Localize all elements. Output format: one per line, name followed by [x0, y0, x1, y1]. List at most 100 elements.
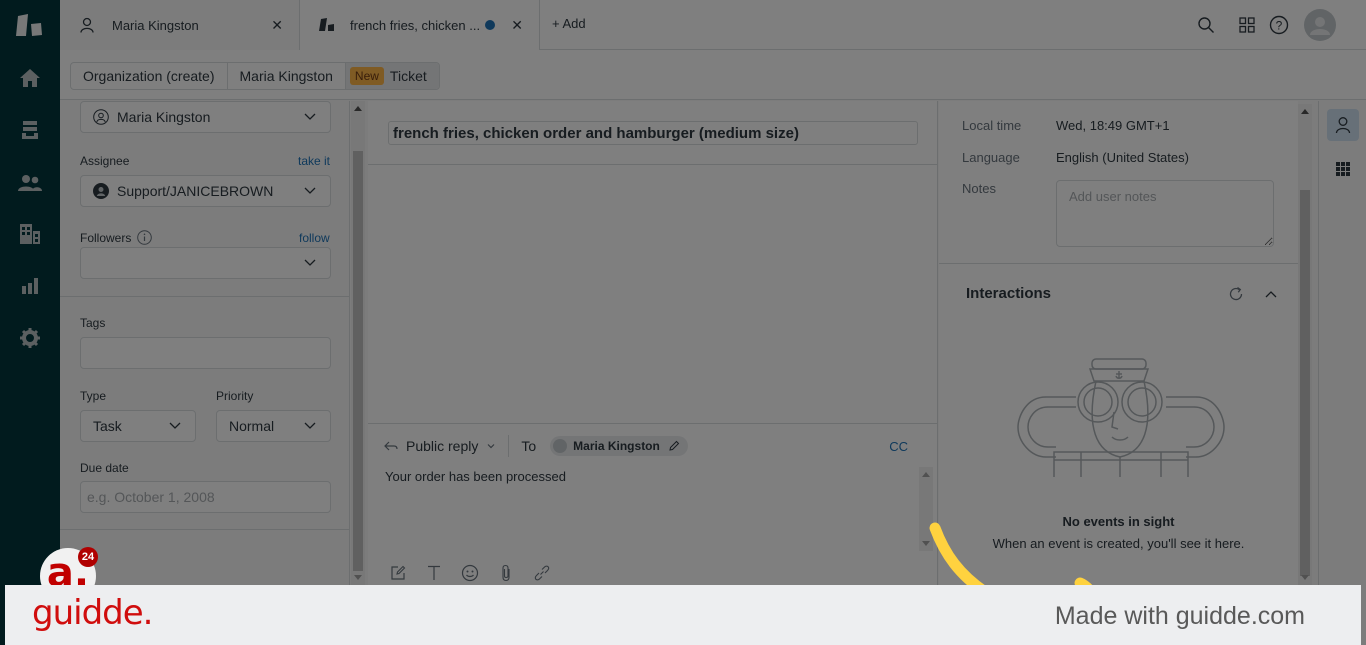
collapse-chevron-up-icon[interactable]: [1262, 285, 1280, 303]
tab-label: french fries, chicken ...: [350, 17, 481, 33]
scroll-down-arrow-icon[interactable]: [1301, 575, 1309, 580]
no-events-sailor-illustration: [1017, 358, 1225, 477]
language-label: Language: [962, 150, 1020, 165]
agent-avatar-icon: [93, 183, 109, 199]
reply-mode-dropdown[interactable]: Public reply: [406, 438, 478, 454]
link-icon[interactable]: [532, 563, 552, 583]
ticket-subject-input[interactable]: [388, 121, 918, 145]
recipient-avatar: [553, 439, 568, 453]
notes-label: Notes: [962, 181, 996, 196]
chevron-down-icon: [487, 444, 495, 449]
type-label: Type: [80, 389, 107, 403]
assignee-value: Support/JANICEBROWN: [117, 183, 274, 199]
left-panel-scrollbar[interactable]: [351, 101, 365, 585]
divider: [60, 529, 350, 530]
ticket-properties-panel: Maria Kingston Assignee take it Support/…: [60, 101, 350, 585]
empty-state-subtitle: When an event is created, you'll see it …: [992, 536, 1245, 551]
user-avatar[interactable]: [1304, 9, 1336, 41]
editor-scrollbar[interactable]: [919, 467, 933, 551]
close-tab-icon[interactable]: ✕: [271, 17, 283, 34]
tab-ticket[interactable]: french fries, chicken ... ✕: [300, 0, 540, 50]
reply-editor[interactable]: Your order has been processed: [385, 469, 566, 484]
breadcrumb: Organization (create) Maria Kingston New…: [70, 62, 440, 90]
due-date-label: Due date: [80, 461, 129, 475]
assignee-select[interactable]: Support/JANICEBROWN: [80, 175, 331, 207]
user-circle-icon: [93, 109, 109, 125]
chevron-down-icon: [304, 113, 316, 120]
unsaved-indicator: [485, 20, 496, 30]
svg-text:?: ?: [1276, 19, 1283, 33]
app-root: Maria Kingston ✕ french fries, chicken .…: [0, 0, 1366, 645]
chevron-down-icon: [304, 187, 316, 194]
chevron-down-icon: [304, 259, 316, 266]
follow-link[interactable]: follow: [299, 231, 330, 245]
tags-label: Tags: [80, 316, 106, 330]
chevron-down-icon: [169, 422, 181, 429]
empty-state-title: No events in sight: [1062, 514, 1175, 529]
to-label: To: [521, 438, 537, 454]
organizations-icon[interactable]: [18, 222, 42, 246]
apps-icon[interactable]: [1327, 153, 1359, 185]
emoji-icon[interactable]: [460, 563, 480, 583]
followers-label: Followers: [80, 231, 132, 245]
reporting-icon[interactable]: [18, 274, 42, 298]
scroll-up-arrow-icon[interactable]: [922, 472, 930, 477]
take-it-link[interactable]: take it: [298, 154, 330, 168]
breadcrumb-ticket[interactable]: New Ticket: [345, 63, 439, 89]
local-time-label: Local time: [962, 118, 1022, 133]
breadcrumb-user[interactable]: Maria Kingston: [228, 63, 346, 89]
reply-toolbar: [388, 563, 552, 583]
scrollbar-thumb[interactable]: [353, 151, 363, 571]
scroll-up-arrow-icon[interactable]: [354, 106, 362, 111]
tab-label: Maria Kingston: [112, 17, 199, 33]
priority-select[interactable]: Normal: [216, 410, 331, 442]
recipient-chip[interactable]: Maria Kingston: [550, 436, 688, 456]
chevron-down-icon: [304, 422, 316, 429]
made-with-text[interactable]: Made with guidde.com: [1055, 602, 1305, 631]
close-tab-icon[interactable]: ✕: [511, 17, 523, 34]
home-icon[interactable]: [18, 66, 42, 90]
cc-button[interactable]: CC: [889, 439, 908, 454]
type-select[interactable]: Task: [80, 410, 196, 442]
edit-pencil-icon[interactable]: [668, 440, 680, 452]
divider: [368, 423, 938, 424]
requester-select[interactable]: Maria Kingston: [80, 101, 331, 133]
compose-icon[interactable]: [388, 563, 408, 583]
guidde-logo[interactable]: guidde.: [32, 593, 153, 633]
help-icon[interactable]: ?: [1267, 13, 1291, 37]
divider: [368, 164, 938, 165]
breadcrumb-bar: Organization (create) Maria Kingston New…: [60, 50, 1366, 100]
tab-user-maria-kingston[interactable]: Maria Kingston ✕: [60, 0, 300, 50]
zendesk-logo-icon[interactable]: [15, 12, 45, 38]
attachment-icon[interactable]: [496, 563, 516, 583]
priority-value: Normal: [229, 418, 275, 434]
interactions-title: Interactions: [966, 285, 1052, 302]
refresh-icon[interactable]: [1227, 285, 1245, 303]
right-panel-scrollbar[interactable]: [1298, 104, 1312, 585]
apps-grid-icon[interactable]: [1235, 13, 1259, 37]
user-notes-input[interactable]: [1056, 180, 1274, 247]
due-date-input[interactable]: [80, 481, 331, 513]
settings-gear-icon[interactable]: [18, 326, 42, 350]
ticket-conversation: Public reply To Maria Kingston CC Your o…: [368, 101, 938, 585]
scroll-down-arrow-icon[interactable]: [354, 575, 362, 580]
guidde-footer-banner: guidde. Made with guidde.com: [5, 585, 1361, 645]
info-icon[interactable]: [137, 230, 152, 245]
breadcrumb-organization[interactable]: Organization (create): [71, 63, 228, 89]
followers-select[interactable]: [80, 247, 331, 279]
add-tab-button[interactable]: + Add: [552, 16, 586, 31]
context-rail: [1318, 101, 1366, 585]
views-icon[interactable]: [18, 118, 42, 142]
divider: [60, 296, 350, 297]
main-nav: [0, 0, 60, 645]
tags-input[interactable]: [80, 337, 331, 369]
scrollbar-thumb[interactable]: [1300, 190, 1310, 576]
scroll-up-arrow-icon[interactable]: [1301, 109, 1309, 114]
search-icon[interactable]: [1194, 13, 1218, 37]
notification-count-badge: 24: [78, 547, 98, 567]
customer-context-user-icon[interactable]: [1327, 109, 1359, 141]
scroll-down-arrow-icon[interactable]: [922, 541, 930, 546]
text-format-icon[interactable]: [424, 563, 444, 583]
customers-icon[interactable]: [18, 171, 42, 195]
ticket-icon: [318, 16, 336, 34]
